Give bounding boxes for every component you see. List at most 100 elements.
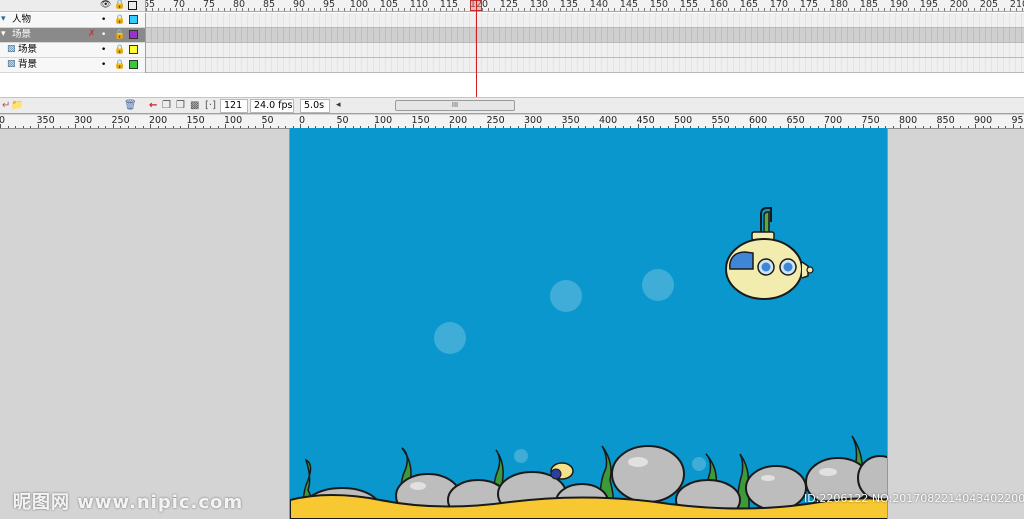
frame-ruler[interactable]: 6570758085909510010511011512012513013514… [145, 0, 1024, 12]
frame-row[interactable] [146, 28, 1024, 43]
folder-icon[interactable]: ▾ [1, 14, 11, 25]
ruler-tick [1004, 8, 1005, 11]
lock-icon[interactable]: 🔒 [114, 60, 125, 70]
add-layer-icon[interactable]: ↵ [2, 99, 10, 112]
ruler-label: 250 [111, 115, 130, 126]
lock-icon[interactable]: 🔒 [114, 45, 125, 55]
ruler-tick [866, 8, 867, 11]
onion-outline-icon[interactable]: ❒ [176, 99, 185, 112]
layer-name: 人物 [12, 14, 32, 25]
visibility-toggle[interactable]: • [101, 30, 106, 40]
ruler-tick [923, 126, 924, 128]
ruler-tick [680, 8, 681, 11]
onion-skin-icon[interactable]: ❐ [162, 99, 171, 112]
frame-row[interactable] [146, 43, 1024, 58]
ruler-tick [320, 8, 321, 11]
scroll-left-arrow[interactable]: ◂ [336, 99, 341, 112]
ruler-tick [908, 8, 909, 11]
ruler-tick [518, 8, 519, 11]
ruler-label: 400 [599, 115, 618, 126]
layer-color-swatch[interactable] [129, 45, 138, 54]
stage[interactable] [289, 128, 888, 519]
ruler-label: 900 [974, 115, 993, 126]
timeline-panel: 👁 🔒 657075808590951001051101151201251301… [0, 0, 1024, 114]
ruler-tick [734, 8, 735, 11]
ruler-tick [302, 8, 303, 11]
outline-icon[interactable] [128, 1, 137, 10]
current-frame-field[interactable]: 121 [220, 99, 248, 113]
ruler-label: 750 [861, 115, 880, 126]
frame-number: 200 [949, 0, 969, 10]
ruler-tick [662, 8, 663, 11]
ruler-tick [945, 126, 946, 128]
ruler-tick [1016, 8, 1017, 11]
ruler-tick [884, 8, 885, 11]
ruler-tick [788, 8, 789, 11]
lock-icon[interactable]: 🔒 [114, 30, 125, 40]
ruler-tick [950, 8, 951, 11]
ruler-tick [956, 8, 957, 11]
ruler-tick [263, 124, 264, 128]
layer-row-3[interactable]: ▧ 背景 • 🔒 [0, 58, 145, 73]
frame-rate-field[interactable]: 24.0 fps [250, 99, 294, 113]
lock-icon[interactable]: 🔒 [114, 0, 125, 11]
timeline-scrollbar[interactable]: III [395, 100, 515, 111]
frame-number: 85 [262, 0, 276, 10]
visibility-toggle[interactable]: • [101, 60, 106, 70]
ruler-label: 200 [149, 115, 168, 126]
ruler-tick [758, 8, 759, 11]
frame-number: 195 [919, 0, 939, 10]
ruler-tick [210, 126, 211, 128]
layer-icon[interactable]: ▧ [7, 59, 17, 70]
ruler-tick [188, 124, 189, 128]
lock-icon[interactable]: 🔒 [114, 15, 125, 25]
frame-number: 140 [589, 0, 609, 10]
onion-markers-icon[interactable]: [·] [205, 99, 216, 112]
ruler-tick [620, 8, 621, 11]
ruler-tick [608, 8, 609, 11]
ruler-tick [200, 8, 201, 11]
visibility-toggle[interactable]: • [101, 15, 106, 25]
layer-row-0[interactable]: ▾ 人物 • 🔒 [0, 13, 145, 28]
layer-color-swatch[interactable] [129, 30, 138, 39]
layer-name: 场景 [18, 44, 38, 55]
frame-number: 130 [529, 0, 549, 10]
playhead[interactable] [476, 0, 477, 100]
layer-color-swatch[interactable] [129, 15, 138, 24]
eye-icon[interactable]: 👁 [100, 0, 111, 11]
layer-row-2[interactable]: ▧ 场景 • 🔒 [0, 43, 145, 58]
frame-row[interactable] [146, 13, 1024, 28]
visibility-toggle[interactable]: • [101, 45, 106, 55]
center-frame-icon[interactable]: ← [149, 99, 157, 112]
ruler-tick [83, 126, 84, 128]
ruler-tick [284, 8, 285, 11]
layer-list: ▾ 人物 • 🔒 ▾ 场景 ✗ • 🔒 ▧ 场景 • 🔒 ▧ 背景 • 🔒 [0, 13, 145, 73]
layer-icon[interactable]: ▧ [7, 44, 17, 55]
ruler-tick [15, 126, 16, 128]
bubble [550, 280, 582, 312]
ruler-label: 700 [824, 115, 843, 126]
layer-row-1[interactable]: ▾ 场景 ✗ • 🔒 [0, 28, 145, 43]
add-folder-icon[interactable]: 📁 [11, 99, 23, 112]
ruler-tick [248, 126, 249, 128]
frame-number: 145 [619, 0, 639, 10]
ruler-tick [932, 8, 933, 11]
ruler-label: 500 [674, 115, 693, 126]
trash-icon[interactable]: 🗑 [124, 99, 137, 112]
ruler-tick [644, 8, 645, 11]
ruler-tick [716, 8, 717, 11]
frame-row[interactable] [146, 58, 1024, 73]
watermark-logo: 昵图网 www.nipic.com [13, 492, 244, 513]
layer-color-swatch[interactable] [129, 60, 138, 69]
frame-number: 180 [829, 0, 849, 10]
ruler-tick [512, 8, 513, 11]
ruler-tick [602, 8, 603, 11]
ruler-tick [180, 126, 181, 128]
edit-multiple-icon[interactable]: ▩ [190, 99, 199, 112]
ruler-tick [344, 8, 345, 11]
folder-icon[interactable]: ▾ [1, 29, 11, 40]
ruler-tick [674, 8, 675, 11]
frame-grid[interactable] [145, 13, 1024, 73]
ruler-tick [656, 8, 657, 11]
ruler-tick [203, 126, 204, 128]
